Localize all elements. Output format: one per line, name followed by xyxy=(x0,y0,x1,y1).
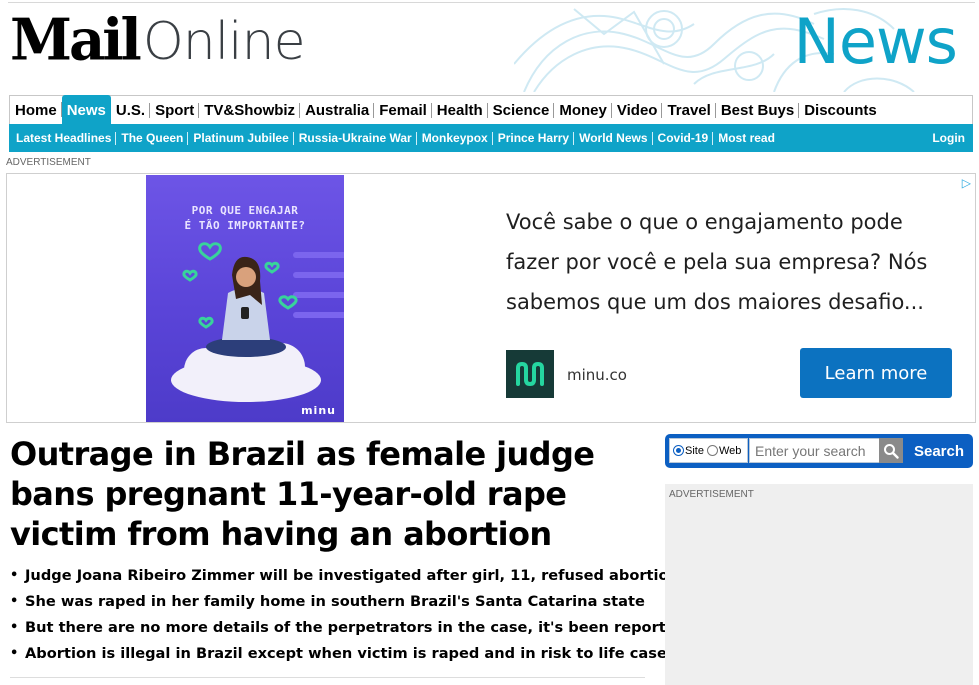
article-bullet: She was raped in her family home in sout… xyxy=(10,589,650,615)
advert-logo[interactable] xyxy=(506,350,554,398)
top-divider xyxy=(8,2,975,3)
nav-item-video[interactable]: Video xyxy=(610,96,663,124)
advert-image[interactable]: POR QUE ENGAJAR É TÃO IMPORTANTE? minu xyxy=(146,175,344,422)
secondary-navigation: Latest Headlines The Queen Platinum Jubile… xyxy=(9,124,973,152)
search-scope-options: Site Web xyxy=(669,438,748,463)
advert-image-brand: minu xyxy=(301,404,336,417)
article-bullet: Judge Joana Ribeiro Zimmer will be inves… xyxy=(10,563,679,589)
magnifier-icon xyxy=(884,443,899,459)
nav-item-tv-showbiz[interactable]: TV&Showbiz xyxy=(198,96,300,124)
nav-item-u-s[interactable]: U.S. xyxy=(111,96,150,124)
search-site-radio[interactable] xyxy=(673,445,684,456)
subnav-item-world-news[interactable]: World News xyxy=(573,131,652,145)
nav-item-femail[interactable]: Femail xyxy=(373,96,432,124)
nav-item-discounts[interactable]: Discounts xyxy=(798,96,882,124)
learn-more-button[interactable]: Learn more xyxy=(800,348,952,398)
nav-item-best-buys[interactable]: Best Buys xyxy=(714,96,799,124)
search-site-label[interactable]: Site xyxy=(685,445,704,457)
primary-navigation: Home News U.S. Sport TV&Showbiz Australia Fema… xyxy=(9,95,973,124)
adchoices-icon[interactable]: ▷ xyxy=(962,176,971,190)
subnav-item-covid-19[interactable]: Covid-19 xyxy=(651,131,714,145)
search-web-label[interactable]: Web xyxy=(719,445,741,457)
minu-logo-icon xyxy=(516,361,544,387)
nav-item-news[interactable]: News xyxy=(60,95,111,124)
nav-item-sport[interactable]: Sport xyxy=(149,96,199,124)
article-bullet: Abortion is illegal in Brazil except whe… xyxy=(10,641,676,667)
nav-item-home[interactable]: Home xyxy=(10,96,62,124)
subnav-item-prince-harry[interactable]: Prince Harry xyxy=(491,131,574,145)
search-button[interactable]: Search xyxy=(905,434,973,468)
subnav-item-most-read[interactable]: Most read xyxy=(712,131,780,145)
subnav-item-the-queen[interactable]: The Queen xyxy=(115,131,188,145)
advert-illustration xyxy=(171,242,344,402)
article-bullets: Judge Joana Ribeiro Zimmer will be inves… xyxy=(10,563,686,667)
logo-mail-text: Mail xyxy=(10,6,142,74)
channel-title[interactable]: News xyxy=(793,6,958,78)
sidebar-advertisement-label: ADVERTISEMENT xyxy=(669,489,754,500)
subnav-item-platinum-jubilee[interactable]: Platinum Jubilee xyxy=(187,131,293,145)
article-divider xyxy=(10,677,645,678)
nav-item-money[interactable]: Money xyxy=(553,96,612,124)
search-web-radio[interactable] xyxy=(706,445,718,456)
search-bar: Site Web Search xyxy=(665,434,973,468)
subnav-item-monkeypox[interactable]: Monkeypox xyxy=(415,131,493,145)
nav-item-science[interactable]: Science xyxy=(486,96,555,124)
article-headline[interactable]: Outrage in Brazil as female judge bans p… xyxy=(10,434,650,554)
advert-text[interactable]: Você sabe o que o engajamento pode fazer… xyxy=(506,202,961,322)
search-input[interactable] xyxy=(749,438,880,463)
nav-item-health[interactable]: Health xyxy=(430,96,488,124)
nav-item-australia[interactable]: Australia xyxy=(299,96,374,124)
sidebar-advert[interactable]: ADVERTISEMENT xyxy=(665,484,973,685)
login-link[interactable]: Login xyxy=(932,131,965,145)
masthead: Mail Online News xyxy=(0,0,979,92)
subnav-item-russia-ukraine-war[interactable]: Russia-Ukraine War xyxy=(292,131,417,145)
nav-item-travel[interactable]: Travel xyxy=(661,96,715,124)
search-icon[interactable] xyxy=(879,438,903,463)
advert-banner[interactable]: POR QUE ENGAJAR É TÃO IMPORTANTE? minu ▷… xyxy=(6,173,976,423)
mailonline-logo[interactable]: Mail Online xyxy=(10,6,306,74)
advertisement-label: ADVERTISEMENT xyxy=(6,157,91,168)
logo-online-text: Online xyxy=(142,12,306,72)
advert-domain[interactable]: minu.co xyxy=(567,366,627,384)
article-bullet: But there are no more details of the per… xyxy=(10,615,686,641)
subnav-item-latest-headlines[interactable]: Latest Headlines xyxy=(11,131,116,145)
